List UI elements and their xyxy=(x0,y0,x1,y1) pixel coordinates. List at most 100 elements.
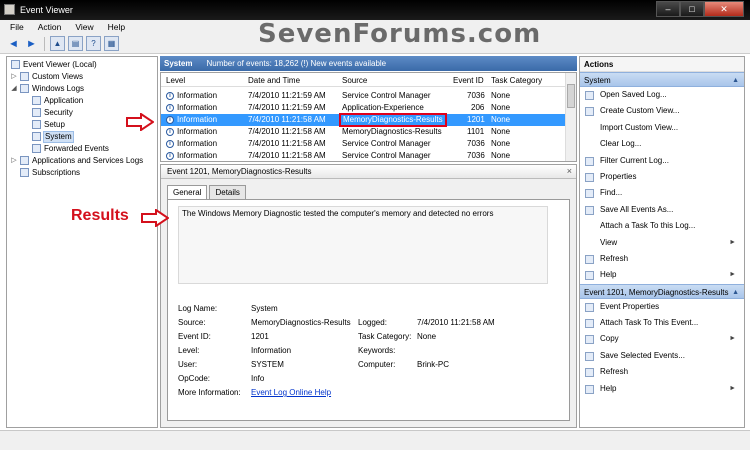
event-detail-pane: Event 1201, MemoryDiagnostics-Results × … xyxy=(160,164,577,428)
action-attach-task-to-event[interactable]: Attach Task To This Event... xyxy=(580,315,744,331)
menu-help[interactable]: Help xyxy=(108,22,125,32)
folder-icon xyxy=(20,72,29,81)
find-icon xyxy=(585,189,594,199)
title-bar: Event Viewer – □ ✕ xyxy=(0,0,750,20)
tree-windows-logs[interactable]: ◢ Windows Logs xyxy=(7,83,157,95)
events-grid: Level Date and Time Source Event ID Task… xyxy=(160,72,577,162)
action-refresh-event[interactable]: Refresh xyxy=(580,364,744,380)
log-header: System Number of events: 18,262 (!) New … xyxy=(160,56,577,71)
column-source[interactable]: Source xyxy=(342,75,367,87)
table-row[interactable]: i Information 7/4/2010 11:21:58 AM Memor… xyxy=(161,126,566,138)
maximize-button[interactable]: □ xyxy=(680,1,704,17)
properties-icon[interactable]: ▦ xyxy=(104,36,119,51)
event-description: The Windows Memory Diagnostic tested the… xyxy=(178,206,548,284)
close-detail-icon[interactable]: × xyxy=(567,166,572,176)
table-row[interactable]: i Information 7/4/2010 11:21:58 AM Servi… xyxy=(161,138,566,150)
logged-value: 7/4/2010 11:21:58 AM xyxy=(417,318,495,327)
column-date[interactable]: Date and Time xyxy=(248,75,300,87)
log-name-label: Log Name: xyxy=(178,304,218,313)
tree-subscriptions[interactable]: Subscriptions xyxy=(7,167,157,179)
expand-icon[interactable]: ▷ xyxy=(10,71,18,83)
grid-header: Level Date and Time Source Event ID Task… xyxy=(161,75,566,87)
user-value: SYSTEM xyxy=(251,360,284,369)
close-button[interactable]: ✕ xyxy=(704,1,744,17)
subscriptions-icon xyxy=(20,168,29,177)
user-label: User: xyxy=(178,360,198,369)
column-level[interactable]: Level xyxy=(166,75,185,87)
column-task-category[interactable]: Task Category xyxy=(491,75,542,87)
logged-label: Logged: xyxy=(358,318,387,327)
tree-system[interactable]: System xyxy=(7,131,157,143)
action-properties[interactable]: Properties xyxy=(580,169,744,185)
tree-apps-services-logs[interactable]: ▷ Applications and Services Logs xyxy=(7,155,157,167)
tab-details[interactable]: Details xyxy=(209,185,246,199)
tree-forwarded-events[interactable]: Forwarded Events xyxy=(7,143,157,155)
minimize-button[interactable]: – xyxy=(656,1,680,17)
action-attach-task-to-log[interactable]: Attach a Task To this Log... xyxy=(580,218,744,234)
action-create-custom-view[interactable]: Create Custom View... xyxy=(580,103,744,119)
tree-application[interactable]: Application xyxy=(7,95,157,107)
computer-label: Computer: xyxy=(358,360,396,369)
menu-view[interactable]: View xyxy=(75,22,93,32)
action-save-selected-events[interactable]: Save Selected Events... xyxy=(580,348,744,364)
collapse-icon[interactable]: ▲ xyxy=(732,285,739,300)
tree-custom-views[interactable]: ▷ Custom Views xyxy=(7,71,157,83)
submenu-arrow-icon: ► xyxy=(729,384,736,392)
action-view[interactable]: View ► xyxy=(580,235,744,251)
column-event-id[interactable]: Event ID xyxy=(453,75,484,87)
help-icon[interactable]: ? xyxy=(86,36,101,51)
action-find[interactable]: Find... xyxy=(580,185,744,201)
help-icon xyxy=(585,271,594,281)
menu-file[interactable]: File xyxy=(10,22,24,32)
status-bar xyxy=(0,430,750,450)
red-arrow-annotation-icon xyxy=(126,113,154,131)
source-value: MemoryDiagnostics-Results xyxy=(251,318,351,327)
tab-general[interactable]: General xyxy=(167,185,208,200)
actions-section-event[interactable]: Event 1201, MemoryDiagnostics-Results ▲ xyxy=(580,283,744,300)
action-filter-current-log[interactable]: Filter Current Log... xyxy=(580,153,744,169)
event-log-online-help-link[interactable]: Event Log Online Help xyxy=(251,388,331,397)
table-row[interactable]: i Information 7/4/2010 11:21:58 AM Servi… xyxy=(161,150,566,161)
action-save-all-events[interactable]: Save All Events As... xyxy=(580,202,744,218)
collapse-icon[interactable]: ◢ xyxy=(10,83,18,95)
expand-icon[interactable]: ▷ xyxy=(10,155,18,167)
collapse-icon[interactable]: ▲ xyxy=(732,73,739,88)
filter-icon xyxy=(585,107,594,117)
action-clear-log[interactable]: Clear Log... xyxy=(580,136,744,152)
open-folder-icon xyxy=(585,91,594,100)
results-annotation-label: Results xyxy=(71,207,129,224)
table-row[interactable]: i Information 7/4/2010 11:21:59 AM Servi… xyxy=(161,90,566,102)
action-open-saved-log[interactable]: Open Saved Log... xyxy=(580,87,744,103)
scrollbar-thumb[interactable] xyxy=(567,84,575,108)
menu-action[interactable]: Action xyxy=(38,22,62,32)
window-controls: – □ ✕ xyxy=(656,1,744,18)
general-panel: The Windows Memory Diagnostic tested the… xyxy=(167,199,570,421)
folder-icon xyxy=(20,156,29,165)
tree-root[interactable]: Event Viewer (Local) xyxy=(7,59,157,71)
action-help-event[interactable]: Help ► xyxy=(580,381,744,397)
computer-value: Brink-PC xyxy=(417,360,450,369)
action-event-properties[interactable]: Event Properties xyxy=(580,299,744,315)
red-arrow-annotation-icon xyxy=(141,209,169,227)
submenu-arrow-icon: ► xyxy=(729,271,736,279)
log-icon xyxy=(32,108,41,117)
task-category-value: None xyxy=(417,332,437,341)
event-viewer-node-icon xyxy=(11,60,20,69)
forward-arrow-icon[interactable]: ► xyxy=(24,36,39,51)
event-id-label: Event ID: xyxy=(178,332,211,341)
event-id-value: 1201 xyxy=(251,332,269,341)
back-arrow-icon[interactable]: ◄ xyxy=(6,36,21,51)
actions-section-system[interactable]: System ▲ xyxy=(580,72,744,87)
action-copy[interactable]: Copy ► xyxy=(580,331,744,347)
opcode-value: Info xyxy=(251,374,265,383)
show-console-tree-icon[interactable]: ▤ xyxy=(68,36,83,51)
grid-scrollbar[interactable] xyxy=(565,73,576,161)
action-refresh[interactable]: Refresh xyxy=(580,251,744,267)
action-import-custom-view[interactable]: Import Custom View... xyxy=(580,120,744,136)
up-folder-icon[interactable]: ▲ xyxy=(50,36,65,51)
console-tree: Event Viewer (Local) ▷ Custom Views ◢ Wi… xyxy=(6,56,158,428)
table-row-selected[interactable]: i Information 7/4/2010 11:21:58 AM Memor… xyxy=(161,113,566,127)
more-info-label: More Information: xyxy=(178,388,241,397)
level-label: Level: xyxy=(178,346,200,355)
action-help[interactable]: Help ► xyxy=(580,267,744,283)
